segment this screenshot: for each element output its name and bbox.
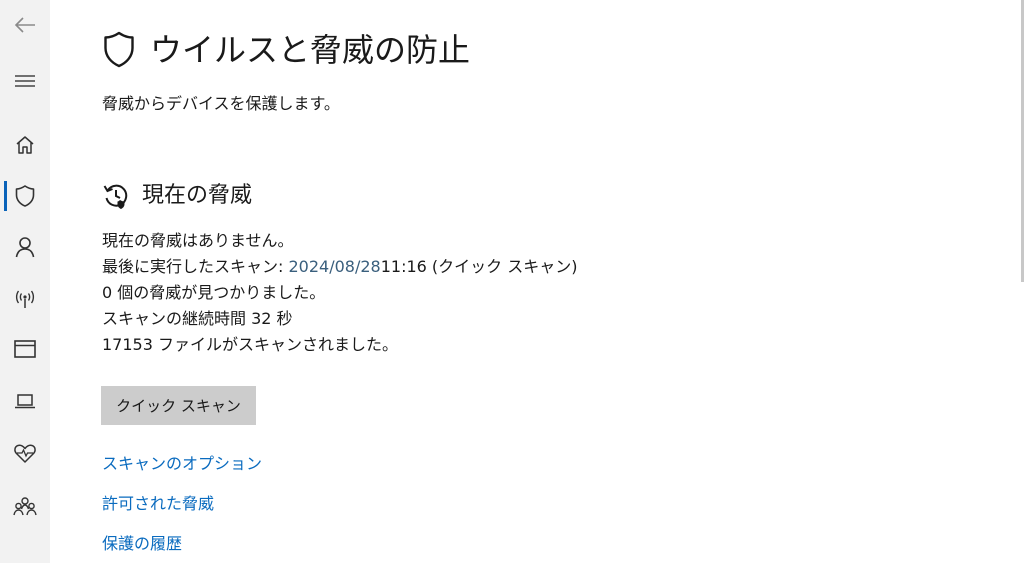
nav-item-family-options[interactable]	[0, 484, 50, 528]
last-scan-date: 2024/08/28	[288, 257, 381, 276]
hamburger-menu-icon	[15, 75, 35, 87]
threat-status: 現在の脅威はありません。	[102, 231, 294, 250]
app-browser-window-icon	[14, 340, 36, 358]
family-people-icon	[13, 497, 37, 516]
heart-pulse-icon	[14, 444, 36, 463]
section-title: 現在の脅威	[142, 183, 253, 208]
protection-history-link[interactable]: 保護の履歴	[102, 533, 182, 555]
nav-item-account[interactable]	[0, 225, 50, 269]
home-icon	[16, 136, 34, 154]
threat-info: 現在の脅威はありません。 最後に実行したスキャン: 2024/08/2811:1…	[102, 228, 577, 358]
nav-item-firewall[interactable]	[0, 277, 50, 321]
threats-found: 0 個の脅威が見つかりました。	[102, 283, 326, 302]
nav-item-app-browser[interactable]	[0, 327, 50, 371]
page-subtitle: 脅威からデバイスを保護します。	[102, 94, 340, 113]
laptop-device-icon	[15, 394, 35, 409]
history-clock-icon	[103, 184, 128, 209]
page-header: ウイルスと脅威の防止	[102, 28, 470, 72]
person-icon	[15, 237, 35, 258]
files-scanned: 17153 ファイルがスキャンされました。	[102, 335, 398, 354]
security-window: ウイルスと脅威の防止 脅威からデバイスを保護します。 現在の脅威 現在の脅威はあ…	[0, 0, 1024, 563]
main-content: ウイルスと脅威の防止 脅威からデバイスを保護します。 現在の脅威 現在の脅威はあ…	[50, 0, 1024, 563]
menu-button[interactable]	[0, 59, 50, 103]
nav-item-device-security[interactable]	[0, 379, 50, 423]
quick-scan-button[interactable]: クイック スキャン	[101, 386, 256, 425]
wireless-antenna-icon	[15, 290, 35, 308]
current-threats-header: 現在の脅威	[102, 180, 252, 212]
last-scan-time: 11:16 (クイック スキャン)	[380, 257, 578, 276]
allowed-threats-link[interactable]: 許可された脅威	[102, 493, 214, 515]
shield-icon	[15, 185, 35, 207]
back-button[interactable]	[0, 3, 50, 47]
page-title: ウイルスと脅威の防止	[150, 31, 471, 69]
scan-options-link[interactable]: スキャンのオプション	[102, 453, 262, 475]
last-scan-label: 最後に実行したスキャン:	[102, 257, 289, 276]
nav-item-device-health[interactable]	[0, 431, 50, 475]
shield-icon	[104, 31, 134, 68]
navigation-rail	[0, 0, 50, 563]
nav-item-virus-protection[interactable]	[0, 174, 50, 218]
back-arrow-icon	[14, 17, 35, 33]
nav-item-home[interactable]	[0, 123, 50, 167]
scan-duration: スキャンの継続時間 32 秒	[102, 309, 293, 328]
last-scan-line: 最後に実行したスキャン: 2024/08/2811:16 (クイック スキャン)	[102, 254, 577, 280]
